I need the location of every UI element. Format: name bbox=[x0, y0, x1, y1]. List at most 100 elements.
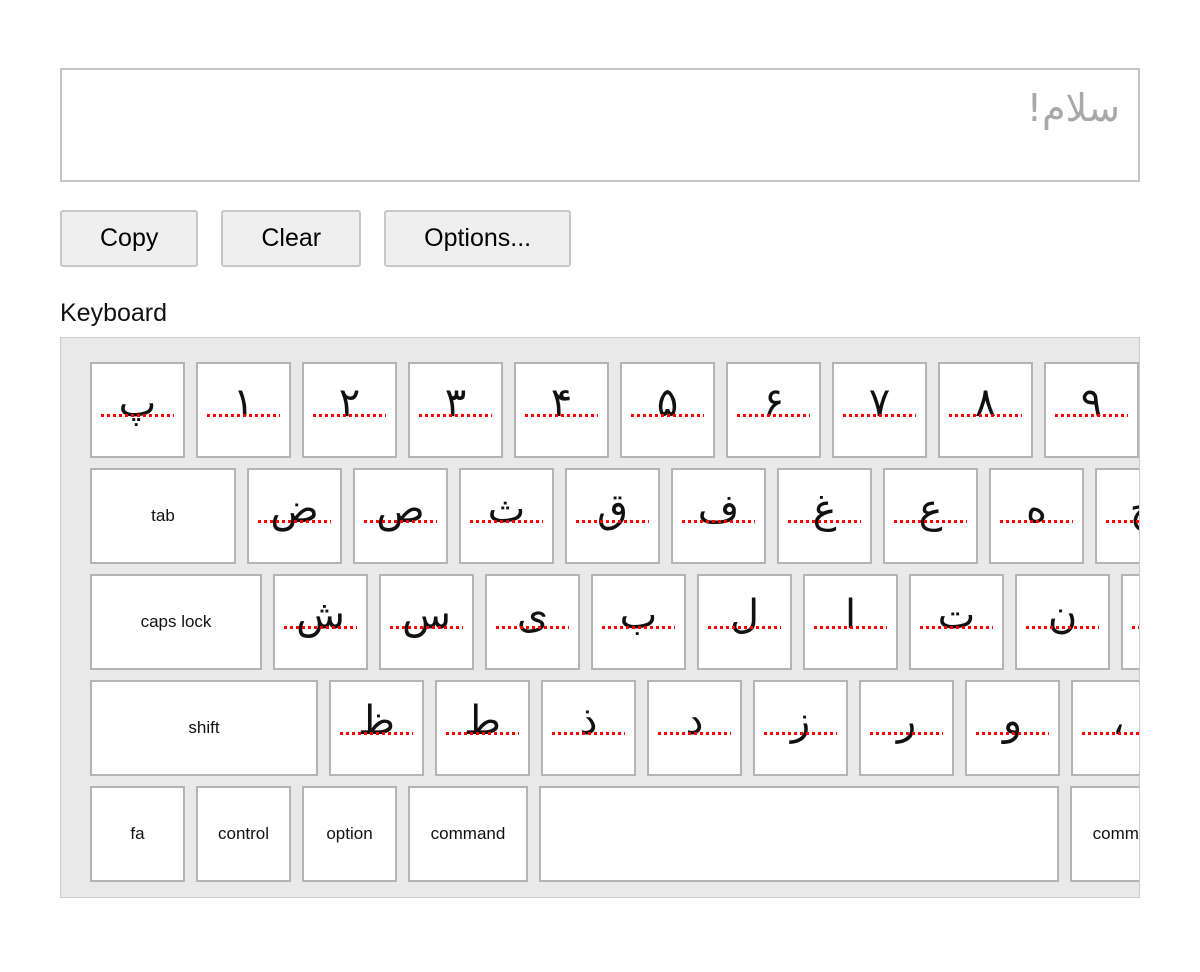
key-digit-6[interactable]: ۶ bbox=[726, 362, 821, 458]
key-char: ف bbox=[697, 486, 740, 532]
key-za[interactable]: ظ bbox=[329, 680, 424, 776]
key-char: ا bbox=[844, 592, 857, 638]
key-digit-8[interactable]: ۸ bbox=[938, 362, 1033, 458]
key-space[interactable] bbox=[539, 786, 1059, 882]
key-char: س bbox=[402, 592, 451, 638]
key-pe[interactable]: پ bbox=[90, 362, 185, 458]
key-digit-3[interactable]: ۳ bbox=[408, 362, 503, 458]
key-label: fa bbox=[130, 824, 145, 843]
key-label: command bbox=[430, 824, 506, 843]
key-be[interactable]: ب bbox=[591, 574, 686, 670]
key-ghayn[interactable]: غ bbox=[777, 468, 872, 564]
key-baseline-line bbox=[788, 520, 861, 523]
copy-button[interactable]: Copy bbox=[60, 210, 199, 267]
key-zad[interactable]: ض bbox=[247, 468, 342, 564]
key-tab[interactable]: tab bbox=[90, 468, 236, 564]
key-baseline-line bbox=[496, 626, 569, 629]
key-char: ۲ bbox=[338, 380, 361, 426]
key-baseline-line bbox=[682, 520, 755, 523]
key-baseline-line bbox=[814, 626, 887, 629]
toolbar: Copy Clear Options... bbox=[60, 210, 1140, 267]
key-option[interactable]: option bbox=[302, 786, 397, 882]
key-char: ۵ bbox=[656, 380, 679, 426]
keyboard-row-modifiers: fa control option command command bbox=[90, 786, 1139, 882]
key-eyn[interactable]: ع bbox=[883, 468, 978, 564]
key-digit-4[interactable]: ۴ bbox=[514, 362, 609, 458]
key-char: ه bbox=[1026, 486, 1047, 532]
key-char: غ bbox=[812, 486, 837, 532]
key-comma[interactable]: ، bbox=[1071, 680, 1139, 776]
key-baseline-line bbox=[552, 732, 625, 735]
clear-button[interactable]: Clear bbox=[221, 210, 362, 267]
key-ta[interactable]: ط bbox=[435, 680, 530, 776]
key-label bbox=[541, 788, 1057, 880]
key-label: tab bbox=[151, 506, 175, 525]
key-char: ۳ bbox=[444, 380, 467, 426]
key-re[interactable]: ر bbox=[859, 680, 954, 776]
key-fe[interactable]: ف bbox=[671, 468, 766, 564]
key-baseline-line bbox=[920, 626, 993, 629]
key-digit-1[interactable]: ۱ bbox=[196, 362, 291, 458]
key-baseline-line bbox=[446, 732, 519, 735]
key-digit-5[interactable]: ۵ bbox=[620, 362, 715, 458]
key-qaf[interactable]: ق bbox=[565, 468, 660, 564]
keyboard-row-bottom: shift ظ ط ذ د ز ر و ، bbox=[90, 680, 1139, 776]
key-baseline-line bbox=[284, 626, 357, 629]
key-label: caps lock bbox=[140, 612, 212, 631]
key-baseline-line bbox=[658, 732, 731, 735]
key-baseline-line bbox=[101, 414, 174, 417]
key-control[interactable]: control bbox=[196, 786, 291, 882]
key-char: ض bbox=[270, 486, 319, 532]
key-baseline-line bbox=[737, 414, 810, 417]
key-baseline-line bbox=[1106, 520, 1139, 523]
key-char: م bbox=[1123, 576, 1139, 635]
key-baseline-line bbox=[602, 626, 675, 629]
key-baseline-line bbox=[631, 414, 704, 417]
key-te[interactable]: ت bbox=[909, 574, 1004, 670]
key-he[interactable]: ه bbox=[989, 468, 1084, 564]
key-capslock[interactable]: caps lock bbox=[90, 574, 262, 670]
key-label: control bbox=[217, 824, 270, 843]
key-char: ب bbox=[619, 592, 658, 638]
key-baseline-line bbox=[340, 732, 413, 735]
key-sin[interactable]: س bbox=[379, 574, 474, 670]
key-dal[interactable]: د bbox=[647, 680, 742, 776]
key-zal[interactable]: ذ bbox=[541, 680, 636, 776]
key-ye[interactable]: ی bbox=[485, 574, 580, 670]
keyboard-panel: پ ۱ ۲ ۳ ۴ ۵ ۶ ۷ ۸ ۹ tab ض ص ث ق ف غ ع ه … bbox=[60, 337, 1140, 898]
key-baseline-line bbox=[976, 732, 1049, 735]
key-digit-9[interactable]: ۹ bbox=[1044, 362, 1139, 458]
key-char: ۴ bbox=[550, 380, 573, 426]
key-fa[interactable]: fa bbox=[90, 786, 185, 882]
options-button[interactable]: Options... bbox=[384, 210, 572, 267]
key-lam[interactable]: ل bbox=[697, 574, 792, 670]
key-command-left[interactable]: command bbox=[408, 786, 528, 882]
output-textarea[interactable] bbox=[60, 68, 1140, 182]
key-mim[interactable]: م bbox=[1121, 574, 1139, 670]
key-ze[interactable]: ز bbox=[753, 680, 848, 776]
key-char: ، bbox=[1112, 698, 1125, 744]
key-label: option bbox=[326, 824, 373, 843]
key-sad[interactable]: ص bbox=[353, 468, 448, 564]
key-nun[interactable]: ن bbox=[1015, 574, 1110, 670]
key-command-right[interactable]: command bbox=[1070, 786, 1139, 882]
key-baseline-line bbox=[1000, 520, 1073, 523]
key-char: ی bbox=[516, 592, 549, 638]
key-baseline-line bbox=[708, 626, 781, 629]
key-char: ذ bbox=[579, 698, 598, 744]
key-label: command bbox=[1092, 824, 1139, 843]
page: Copy Clear Options... Keyboard پ ۱ ۲ ۳ bbox=[0, 0, 1200, 898]
key-khe[interactable]: خ bbox=[1095, 468, 1139, 564]
key-digit-2[interactable]: ۲ bbox=[302, 362, 397, 458]
key-char: ع bbox=[918, 486, 943, 532]
key-se[interactable]: ث bbox=[459, 468, 554, 564]
key-shin[interactable]: ش bbox=[273, 574, 368, 670]
key-alef[interactable]: ا bbox=[803, 574, 898, 670]
key-digit-7[interactable]: ۷ bbox=[832, 362, 927, 458]
key-baseline-line bbox=[419, 414, 492, 417]
key-baseline-line bbox=[470, 520, 543, 523]
key-shift[interactable]: shift bbox=[90, 680, 318, 776]
key-baseline-line bbox=[894, 520, 967, 523]
key-vav[interactable]: و bbox=[965, 680, 1060, 776]
key-char: ل bbox=[729, 592, 760, 638]
